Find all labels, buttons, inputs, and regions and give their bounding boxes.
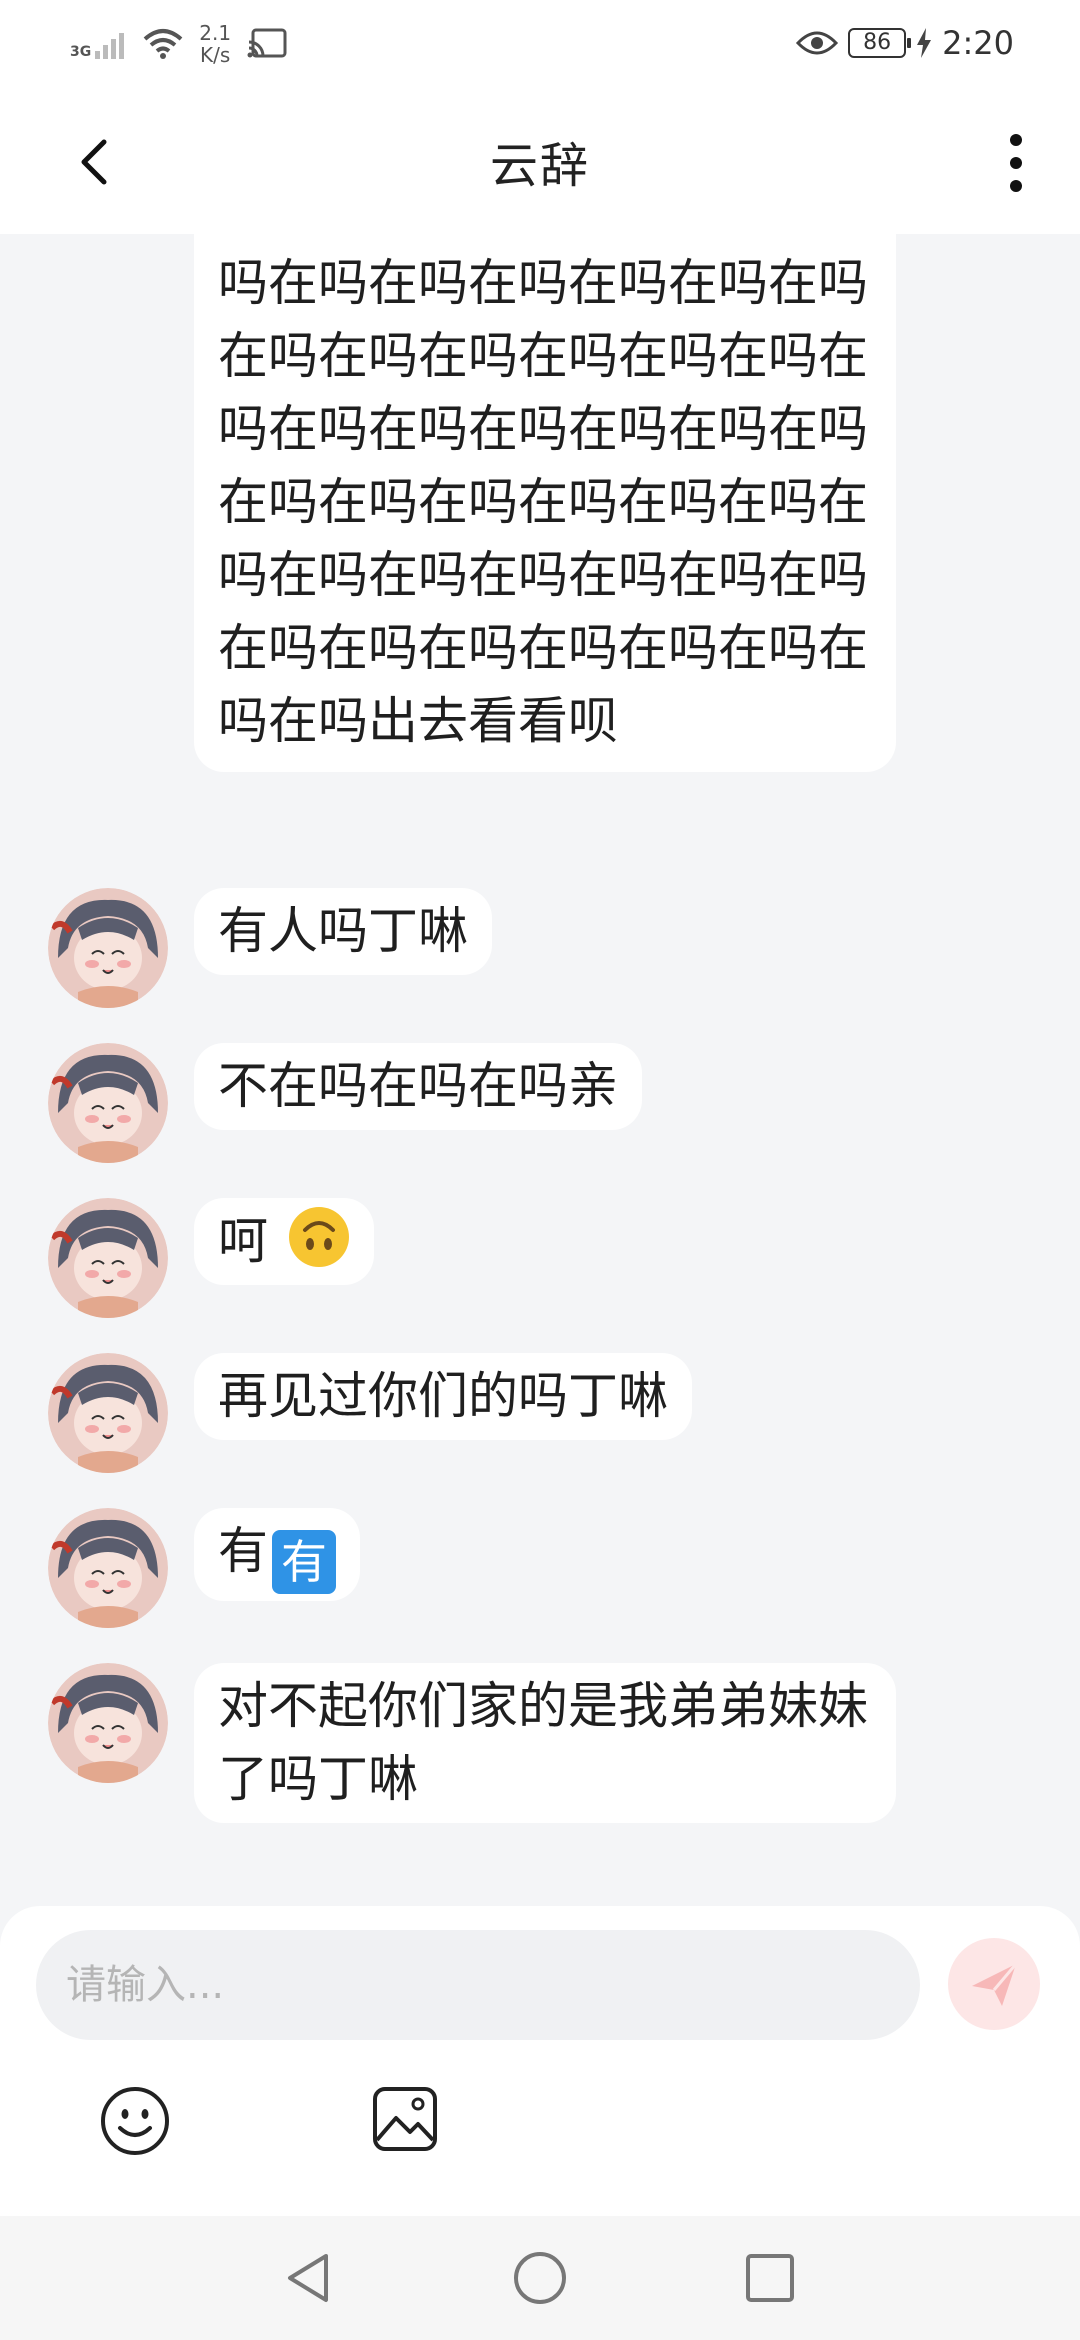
message-text: 不在吗在吗在吗亲 bbox=[218, 1057, 618, 1115]
contact-avatar[interactable] bbox=[48, 888, 168, 1008]
contact-avatar[interactable] bbox=[48, 1043, 168, 1163]
paper-plane-icon bbox=[972, 1963, 1018, 2006]
network-type: 3G bbox=[70, 44, 92, 60]
triangle-back-icon bbox=[288, 2254, 328, 2302]
message-composer bbox=[0, 1906, 1080, 2216]
message-bubble[interactable]: 不在吗在吗在吗亲 bbox=[194, 1043, 642, 1130]
status-left: 3G 2.1 K/s bbox=[70, 22, 287, 66]
status-right: 86 2:20 bbox=[796, 24, 1014, 62]
message-text: 再见过你们的吗丁啉 bbox=[218, 1367, 668, 1425]
message-text: 呵 bbox=[218, 1212, 268, 1270]
image-icon bbox=[373, 2087, 437, 2151]
contact-name: 云辞 bbox=[489, 138, 590, 194]
square-recents-icon bbox=[746, 2254, 794, 2302]
more-vertical-icon bbox=[1010, 134, 1022, 192]
more-options-button[interactable] bbox=[996, 132, 1036, 194]
circle-home-icon bbox=[514, 2252, 566, 2304]
charging-icon bbox=[917, 28, 932, 58]
message-list[interactable]: 在吗在吗在吗在吗在吗在吗在吗在吗在吗在吗在吗在吗在吗在吗在吗在吗在吗在吗在吗在吗… bbox=[0, 234, 1080, 1906]
message-text: 有人吗丁啉 bbox=[218, 902, 468, 960]
contact-avatar[interactable] bbox=[48, 1663, 168, 1783]
nav-recents-button[interactable] bbox=[744, 2252, 796, 2304]
chat-header: 云辞 bbox=[0, 92, 1080, 234]
clock: 2:20 bbox=[942, 24, 1014, 62]
message-input[interactable] bbox=[36, 1930, 920, 2040]
message-bubble[interactable]: 在吗在吗在吗在吗在吗在吗在吗在吗在吗在吗在吗在吗在吗在吗在吗在吗在吗在吗在吗在吗… bbox=[194, 234, 896, 772]
emoji-button[interactable] bbox=[98, 2084, 172, 2158]
speed-value: 2.1 bbox=[199, 21, 232, 45]
smiley-icon bbox=[101, 2087, 169, 2155]
message-text: 有 bbox=[218, 1522, 268, 1580]
contact-avatar[interactable] bbox=[48, 1353, 168, 1473]
message-bubble[interactable]: 对不起你们家的是我弟弟妹妹了吗丁啉 bbox=[194, 1663, 896, 1823]
network-speed: 2.1 K/s bbox=[199, 22, 231, 66]
nav-home-button[interactable] bbox=[512, 2250, 568, 2306]
wifi-icon bbox=[143, 29, 183, 59]
message-bubble[interactable]: 有人吗丁啉 bbox=[194, 888, 492, 975]
message-bubble[interactable]: 呵 bbox=[194, 1198, 374, 1285]
message-bubble[interactable]: 有有 bbox=[194, 1508, 360, 1601]
you-badge-emoji: 有 bbox=[272, 1530, 336, 1594]
nav-back-button[interactable] bbox=[282, 2250, 338, 2306]
upside-down-face-emoji bbox=[288, 1207, 349, 1267]
system-navigation-bar bbox=[0, 2216, 1080, 2340]
message-text: 对不起你们家的是我弟弟妹妹了吗丁啉 bbox=[218, 1677, 868, 1808]
send-button[interactable] bbox=[948, 1938, 1040, 2030]
status-bar: 3G 2.1 K/s 86 2:20 bbox=[0, 0, 1080, 92]
image-button[interactable] bbox=[370, 2084, 440, 2154]
cast-icon bbox=[247, 28, 287, 58]
eye-icon bbox=[796, 31, 839, 55]
message-bubble[interactable]: 再见过你们的吗丁啉 bbox=[194, 1353, 692, 1440]
chat-screen: 3G 2.1 K/s 86 2:20 云辞 吗在吗在吗在吗在吗在吗在吗在吗在吗在… bbox=[0, 0, 1080, 2340]
cellular-signal-icon: 3G bbox=[70, 29, 129, 59]
contact-avatar[interactable] bbox=[48, 1508, 168, 1628]
contact-avatar[interactable] bbox=[48, 1198, 168, 1318]
battery-level: 86 bbox=[848, 28, 912, 58]
speed-unit: K/s bbox=[200, 43, 231, 67]
